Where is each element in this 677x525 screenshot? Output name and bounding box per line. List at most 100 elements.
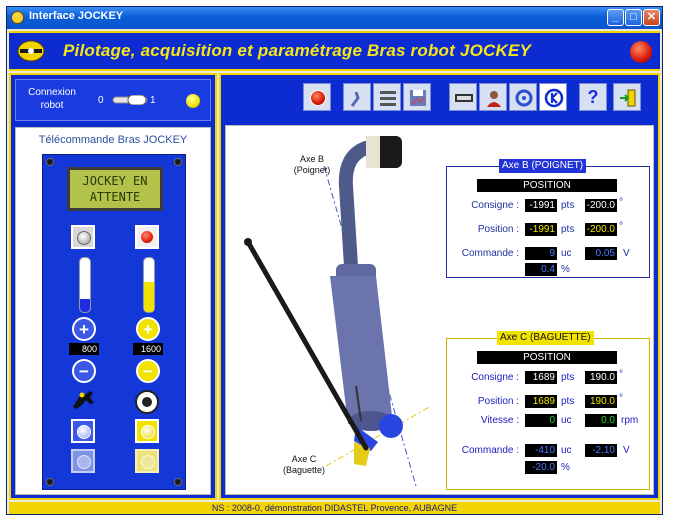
parameters-icon[interactable] xyxy=(373,83,401,111)
axis-c-position-header: POSITION xyxy=(477,351,617,364)
arm-icon[interactable] xyxy=(343,83,371,111)
operator-icon[interactable] xyxy=(479,83,507,111)
axis-c-vitesse-label: Vitesse : xyxy=(480,415,519,426)
app-icon xyxy=(11,11,24,24)
axis-c-vitesse-rpm: 0.0 xyxy=(585,414,617,427)
target-icon xyxy=(141,425,155,439)
axis-c-select-button[interactable] xyxy=(135,225,159,249)
target-icon xyxy=(77,425,91,439)
jockey-horse-icon[interactable] xyxy=(70,389,98,413)
axis-b-commande-v-unit: V xyxy=(623,248,630,259)
connection-label-line1: Connexion xyxy=(28,87,76,98)
exit-icon[interactable] xyxy=(613,83,641,111)
maximize-button[interactable]: □ xyxy=(625,9,642,26)
connection-led-icon xyxy=(186,94,200,108)
jockey-logo-icon[interactable] xyxy=(539,83,567,111)
axis-c-commande-v: -2.10 xyxy=(585,444,617,457)
axis-c-info-button[interactable] xyxy=(135,449,159,473)
axis-b-position-pts: -1991 xyxy=(525,223,557,236)
axis-c-speed-value: 1600 xyxy=(133,343,163,355)
axis-c-consigne-label: Consigne : xyxy=(471,372,519,383)
lcd-line1: JOCKEY EN xyxy=(82,174,148,188)
robot-view: Axe B (Poignet) Axe C (Baguette) Axe B (… xyxy=(225,125,654,495)
left-panel: Connexion robot 0 1 Télécommande Bras JO… xyxy=(9,73,217,500)
numeric-display-icon[interactable] xyxy=(449,83,477,111)
axis-c-vitesse-uc: 0 xyxy=(525,414,557,427)
axis-c-panel: Axe C (BAGUETTE) POSITION Consigne : 168… xyxy=(446,331,650,490)
emergency-stop-icon[interactable] xyxy=(630,41,652,63)
axis-b-home-button[interactable] xyxy=(71,419,95,443)
axis-b-commande-uc-unit: uc xyxy=(561,248,572,259)
axis-b-plus-button[interactable]: + xyxy=(72,317,96,341)
axis-b-label: Axe B (Poignet) xyxy=(282,154,342,176)
axis-b-position-label: Position : xyxy=(477,224,519,235)
minimize-button[interactable]: _ xyxy=(607,9,624,26)
axis-b-consigne-label: Consigne : xyxy=(471,200,519,211)
axis-b-panel: Axe B (POIGNET) POSITION Consigne : -199… xyxy=(446,159,650,278)
axis-c-commande-label: Commande : xyxy=(461,445,519,456)
close-button[interactable]: ✕ xyxy=(643,9,660,26)
calibrate-icon[interactable] xyxy=(509,83,537,111)
axis-c-vitesse-rpm-unit: rpm xyxy=(621,415,639,426)
axis-b-title: Axe B (POIGNET) xyxy=(499,159,587,173)
remote-control-title: Télécommande Bras JOCKEY xyxy=(38,134,188,146)
stop-red-icon[interactable] xyxy=(303,83,331,111)
axis-b-speed-value: 800 xyxy=(69,343,99,355)
connection-label-line2: robot xyxy=(40,100,64,111)
connection-toggle-switch[interactable] xyxy=(112,95,148,105)
lcd-line2: ATTENTE xyxy=(89,190,141,204)
screw-icon xyxy=(174,158,182,166)
red-target-icon xyxy=(141,231,153,243)
robot-logo-icon xyxy=(17,40,45,62)
axis-c-gauge-fill xyxy=(144,282,154,312)
status-bar: NS : 2008-0, démonstration DIDASTEL Prov… xyxy=(9,502,660,514)
axis-c-commande-uc-unit: uc xyxy=(561,445,572,456)
remote-control: JOCKEY EN ATTENTE + + 800 1600 − − xyxy=(42,154,186,490)
axis-c-minus-button[interactable]: − xyxy=(136,359,160,383)
axis-c-consigne-deg-unit: ° xyxy=(619,369,623,380)
axis-c-position-deg-unit: ° xyxy=(619,393,623,404)
axis-b-consigne-deg-unit: ° xyxy=(619,197,623,208)
target-icon xyxy=(77,231,91,245)
axis-b-consigne-deg: -200.0 xyxy=(585,199,617,212)
axis-b-commande-pct-unit: % xyxy=(561,264,570,275)
axis-c-position-pts: 1689 xyxy=(525,395,557,408)
banner-title: Pilotage, acquisition et paramétrage Bra… xyxy=(63,41,532,60)
connection-label: Connexion robot xyxy=(22,86,82,112)
header-banner: Pilotage, acquisition et paramétrage Bra… xyxy=(9,31,660,71)
wheel-icon[interactable] xyxy=(134,389,160,415)
axis-b-position-deg: -200.0 xyxy=(585,223,617,236)
title-bar[interactable]: Interface JOCKEY _ □ ✕ xyxy=(7,7,662,29)
screw-icon xyxy=(46,158,54,166)
screw-icon xyxy=(174,478,182,486)
axis-c-position-deg: 190.0 xyxy=(585,395,617,408)
axis-c-label: Axe C (Baguette) xyxy=(274,454,334,476)
axis-c-position-pts-unit: pts xyxy=(561,396,575,407)
axis-b-gauge-fill xyxy=(80,298,90,312)
application-window: Interface JOCKEY _ □ ✕ Pilotage, acquisi… xyxy=(6,6,663,515)
window-title: Interface JOCKEY xyxy=(29,10,124,22)
axis-b-commande-label: Commande : xyxy=(461,248,519,259)
axis-c-commande-v-unit: V xyxy=(623,445,630,456)
axis-c-label-line2: (Baguette) xyxy=(282,465,326,475)
axis-c-commande-uc: -410 xyxy=(525,444,557,457)
axis-c-commande-pct: -20.0 xyxy=(525,461,557,474)
axis-c-plus-button[interactable]: + xyxy=(136,317,160,341)
help-icon[interactable]: ? xyxy=(579,83,607,111)
axis-c-home-button[interactable] xyxy=(135,419,159,443)
axis-c-vitesse-uc-unit: uc xyxy=(561,415,572,426)
switch-off-label: 0 xyxy=(98,95,104,106)
axis-b-position-header: POSITION xyxy=(477,179,617,192)
axis-b-select-button[interactable] xyxy=(71,225,95,249)
axis-c-label-line1: Axe C xyxy=(291,454,317,464)
right-panel: ? Axe B (Poignet) Axe C (Baguette) Axe B… xyxy=(219,73,660,500)
axis-b-gauge xyxy=(79,257,91,313)
axis-c-consigne-pts-unit: pts xyxy=(561,372,575,383)
axis-b-label-line2: (Poignet) xyxy=(293,165,331,175)
axis-c-consigne-pts: 1689 xyxy=(525,371,557,384)
disk-save-icon[interactable] xyxy=(403,83,431,111)
axis-c-gauge xyxy=(143,257,155,313)
axis-c-commande-pct-unit: % xyxy=(561,462,570,473)
axis-b-info-button[interactable] xyxy=(71,449,95,473)
axis-b-minus-button[interactable]: − xyxy=(72,359,96,383)
